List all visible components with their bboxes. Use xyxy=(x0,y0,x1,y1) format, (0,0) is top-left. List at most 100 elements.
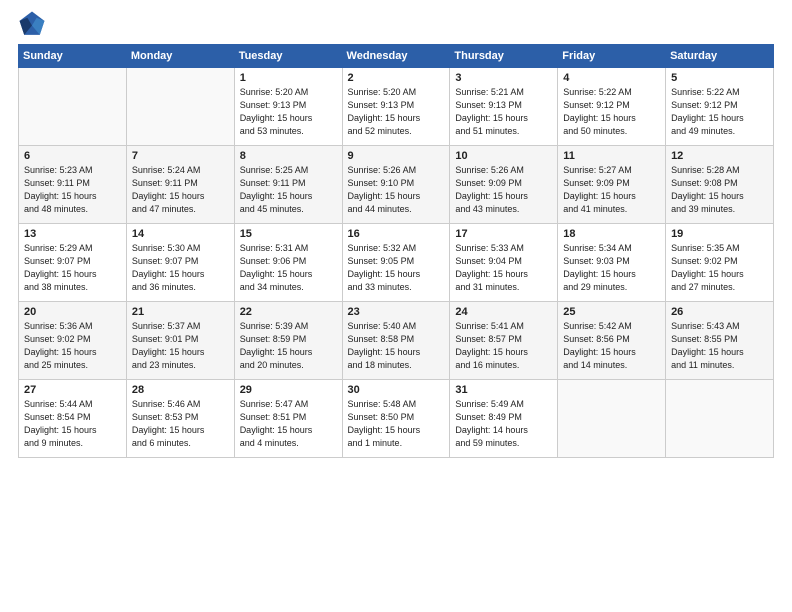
day-info: Sunrise: 5:22 AM Sunset: 9:12 PM Dayligh… xyxy=(563,86,660,138)
calendar-cell: 17 Sunrise: 5:33 AM Sunset: 9:04 PM Dayli… xyxy=(450,224,558,302)
day-number: 14 xyxy=(132,228,229,240)
day-info: Sunrise: 5:30 AM Sunset: 9:07 PM Dayligh… xyxy=(132,242,229,294)
day-number: 11 xyxy=(563,150,660,162)
logo-icon xyxy=(18,10,46,38)
day-info: Sunrise: 5:34 AM Sunset: 9:03 PM Dayligh… xyxy=(563,242,660,294)
day-info: Sunrise: 5:44 AM Sunset: 8:54 PM Dayligh… xyxy=(24,398,121,450)
header xyxy=(18,10,774,38)
day-number: 18 xyxy=(563,228,660,240)
day-info: Sunrise: 5:37 AM Sunset: 9:01 PM Dayligh… xyxy=(132,320,229,372)
day-info: Sunrise: 5:41 AM Sunset: 8:57 PM Dayligh… xyxy=(455,320,552,372)
calendar-cell: 27 Sunrise: 5:44 AM Sunset: 8:54 PM Dayli… xyxy=(19,380,127,458)
day-number: 20 xyxy=(24,306,121,318)
day-number: 5 xyxy=(671,72,768,84)
calendar-cell: 5 Sunrise: 5:22 AM Sunset: 9:12 PM Daylig… xyxy=(666,68,774,146)
calendar-week-row: 20 Sunrise: 5:36 AM Sunset: 9:02 PM Dayli… xyxy=(19,302,774,380)
day-info: Sunrise: 5:49 AM Sunset: 8:49 PM Dayligh… xyxy=(455,398,552,450)
day-info: Sunrise: 5:26 AM Sunset: 9:10 PM Dayligh… xyxy=(348,164,445,216)
day-number: 7 xyxy=(132,150,229,162)
calendar-cell: 26Sunrise: 5:43 AM Sunset: 8:55 PM Dayli… xyxy=(666,302,774,380)
day-number: 10 xyxy=(455,150,552,162)
calendar-cell: 10 Sunrise: 5:26 AM Sunset: 9:09 PM Dayli… xyxy=(450,146,558,224)
calendar-table: SundayMondayTuesdayWednesdayThursdayFrid… xyxy=(18,44,774,458)
calendar-cell: 16 Sunrise: 5:32 AM Sunset: 9:05 PM Dayli… xyxy=(342,224,450,302)
day-number: 15 xyxy=(240,228,337,240)
day-info: Sunrise: 5:33 AM Sunset: 9:04 PM Dayligh… xyxy=(455,242,552,294)
day-info: Sunrise: 5:39 AM Sunset: 8:59 PM Dayligh… xyxy=(240,320,337,372)
calendar-cell xyxy=(19,68,127,146)
calendar-cell: 19 Sunrise: 5:35 AM Sunset: 9:02 PM Dayli… xyxy=(666,224,774,302)
day-number: 6 xyxy=(24,150,121,162)
day-info: Sunrise: 5:26 AM Sunset: 9:09 PM Dayligh… xyxy=(455,164,552,216)
day-info: Sunrise: 5:23 AM Sunset: 9:11 PM Dayligh… xyxy=(24,164,121,216)
day-number: 28 xyxy=(132,384,229,396)
weekday-header: Sunday xyxy=(19,45,127,68)
logo xyxy=(18,10,50,38)
calendar-cell: 6 Sunrise: 5:23 AM Sunset: 9:11 PM Daylig… xyxy=(19,146,127,224)
day-number: 23 xyxy=(348,306,445,318)
calendar-cell: 24 Sunrise: 5:41 AM Sunset: 8:57 PM Dayli… xyxy=(450,302,558,380)
day-info: Sunrise: 5:43 AM Sunset: 8:55 PM Dayligh… xyxy=(671,320,768,372)
calendar-cell xyxy=(126,68,234,146)
day-number: 29 xyxy=(240,384,337,396)
day-info: Sunrise: 5:20 AM Sunset: 9:13 PM Dayligh… xyxy=(240,86,337,138)
weekday-header: Saturday xyxy=(666,45,774,68)
calendar-cell xyxy=(666,380,774,458)
day-number: 8 xyxy=(240,150,337,162)
calendar-cell xyxy=(558,380,666,458)
day-info: Sunrise: 5:28 AM Sunset: 9:08 PM Dayligh… xyxy=(671,164,768,216)
calendar-cell: 15 Sunrise: 5:31 AM Sunset: 9:06 PM Dayli… xyxy=(234,224,342,302)
weekday-header: Monday xyxy=(126,45,234,68)
day-number: 16 xyxy=(348,228,445,240)
day-info: Sunrise: 5:21 AM Sunset: 9:13 PM Dayligh… xyxy=(455,86,552,138)
calendar-cell: 11 Sunrise: 5:27 AM Sunset: 9:09 PM Dayli… xyxy=(558,146,666,224)
calendar-cell: 28 Sunrise: 5:46 AM Sunset: 8:53 PM Dayli… xyxy=(126,380,234,458)
day-info: Sunrise: 5:47 AM Sunset: 8:51 PM Dayligh… xyxy=(240,398,337,450)
day-info: Sunrise: 5:40 AM Sunset: 8:58 PM Dayligh… xyxy=(348,320,445,372)
day-number: 4 xyxy=(563,72,660,84)
calendar-cell: 8 Sunrise: 5:25 AM Sunset: 9:11 PM Daylig… xyxy=(234,146,342,224)
day-info: Sunrise: 5:22 AM Sunset: 9:12 PM Dayligh… xyxy=(671,86,768,138)
calendar-cell: 1Sunrise: 5:20 AM Sunset: 9:13 PM Daylig… xyxy=(234,68,342,146)
calendar-cell: 7 Sunrise: 5:24 AM Sunset: 9:11 PM Daylig… xyxy=(126,146,234,224)
calendar-cell: 3 Sunrise: 5:21 AM Sunset: 9:13 PM Daylig… xyxy=(450,68,558,146)
calendar-cell: 14 Sunrise: 5:30 AM Sunset: 9:07 PM Dayli… xyxy=(126,224,234,302)
weekday-header: Wednesday xyxy=(342,45,450,68)
day-info: Sunrise: 5:20 AM Sunset: 9:13 PM Dayligh… xyxy=(348,86,445,138)
page: SundayMondayTuesdayWednesdayThursdayFrid… xyxy=(0,0,792,612)
day-info: Sunrise: 5:27 AM Sunset: 9:09 PM Dayligh… xyxy=(563,164,660,216)
day-number: 13 xyxy=(24,228,121,240)
day-info: Sunrise: 5:32 AM Sunset: 9:05 PM Dayligh… xyxy=(348,242,445,294)
day-info: Sunrise: 5:48 AM Sunset: 8:50 PM Dayligh… xyxy=(348,398,445,450)
day-number: 17 xyxy=(455,228,552,240)
day-info: Sunrise: 5:36 AM Sunset: 9:02 PM Dayligh… xyxy=(24,320,121,372)
calendar-week-row: 1Sunrise: 5:20 AM Sunset: 9:13 PM Daylig… xyxy=(19,68,774,146)
calendar-cell: 22Sunrise: 5:39 AM Sunset: 8:59 PM Dayli… xyxy=(234,302,342,380)
calendar-cell: 9 Sunrise: 5:26 AM Sunset: 9:10 PM Daylig… xyxy=(342,146,450,224)
day-number: 2 xyxy=(348,72,445,84)
calendar-week-row: 27 Sunrise: 5:44 AM Sunset: 8:54 PM Dayli… xyxy=(19,380,774,458)
day-number: 12 xyxy=(671,150,768,162)
day-number: 9 xyxy=(348,150,445,162)
day-number: 19 xyxy=(671,228,768,240)
day-number: 31 xyxy=(455,384,552,396)
day-number: 3 xyxy=(455,72,552,84)
calendar-cell: 29 Sunrise: 5:47 AM Sunset: 8:51 PM Dayli… xyxy=(234,380,342,458)
day-info: Sunrise: 5:35 AM Sunset: 9:02 PM Dayligh… xyxy=(671,242,768,294)
calendar-cell: 18 Sunrise: 5:34 AM Sunset: 9:03 PM Dayli… xyxy=(558,224,666,302)
calendar-cell: 4 Sunrise: 5:22 AM Sunset: 9:12 PM Daylig… xyxy=(558,68,666,146)
day-info: Sunrise: 5:24 AM Sunset: 9:11 PM Dayligh… xyxy=(132,164,229,216)
day-number: 24 xyxy=(455,306,552,318)
calendar-cell: 21Sunrise: 5:37 AM Sunset: 9:01 PM Dayli… xyxy=(126,302,234,380)
day-number: 27 xyxy=(24,384,121,396)
day-info: Sunrise: 5:42 AM Sunset: 8:56 PM Dayligh… xyxy=(563,320,660,372)
day-info: Sunrise: 5:25 AM Sunset: 9:11 PM Dayligh… xyxy=(240,164,337,216)
weekday-header: Thursday xyxy=(450,45,558,68)
day-info: Sunrise: 5:31 AM Sunset: 9:06 PM Dayligh… xyxy=(240,242,337,294)
day-info: Sunrise: 5:46 AM Sunset: 8:53 PM Dayligh… xyxy=(132,398,229,450)
day-number: 30 xyxy=(348,384,445,396)
calendar-week-row: 6 Sunrise: 5:23 AM Sunset: 9:11 PM Daylig… xyxy=(19,146,774,224)
calendar-cell: 31 Sunrise: 5:49 AM Sunset: 8:49 PM Dayli… xyxy=(450,380,558,458)
calendar-cell: 23 Sunrise: 5:40 AM Sunset: 8:58 PM Dayli… xyxy=(342,302,450,380)
calendar-cell: 25Sunrise: 5:42 AM Sunset: 8:56 PM Dayli… xyxy=(558,302,666,380)
